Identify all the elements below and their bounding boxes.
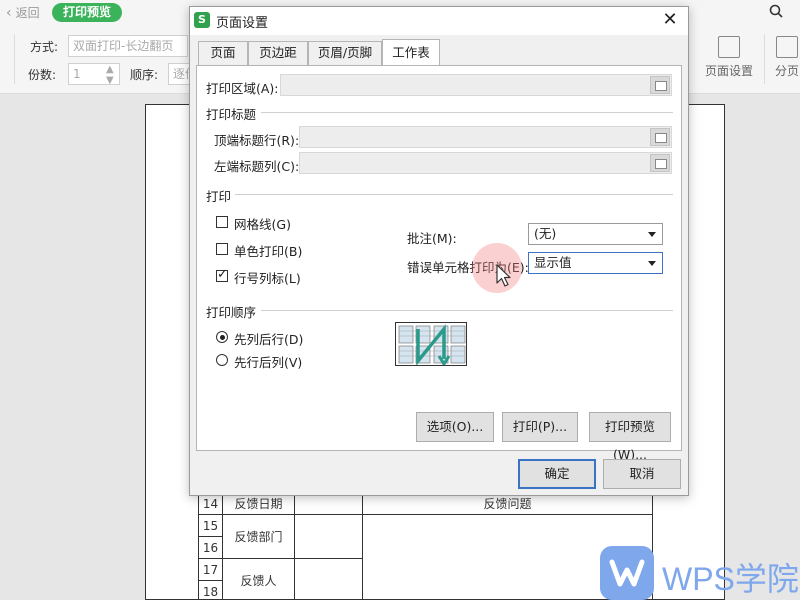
wps-app-icon: S bbox=[194, 12, 210, 28]
watermark-text: WPS学院 bbox=[662, 561, 799, 597]
over-then-down-radio[interactable] bbox=[216, 354, 228, 366]
search-button[interactable] bbox=[769, 3, 783, 18]
search-icon bbox=[769, 4, 783, 18]
cell-label: 反馈人 bbox=[222, 558, 295, 600]
comments-label: 批注(M): bbox=[407, 231, 457, 246]
print-titles-group-label: 打印标题 bbox=[206, 107, 257, 122]
tab-header-footer[interactable]: 页眉/页脚 bbox=[308, 41, 382, 65]
ribbon-separator bbox=[764, 34, 765, 84]
print-order-diagram-icon bbox=[395, 322, 467, 366]
row-number: 15 bbox=[198, 514, 223, 537]
row-number: 17 bbox=[198, 558, 223, 581]
top-rows-label: 顶端标题行(R): bbox=[214, 133, 300, 148]
close-icon[interactable]: ✕ bbox=[660, 9, 680, 30]
group-divider bbox=[261, 310, 673, 311]
order-select[interactable]: 逐份 bbox=[168, 63, 190, 85]
headings-checkbox[interactable] bbox=[216, 267, 228, 282]
cell-empty bbox=[294, 514, 363, 559]
tab-margins[interactable]: 页边距 bbox=[248, 41, 308, 65]
ribbon-separator bbox=[14, 34, 15, 84]
headings-label: 行号列标(L) bbox=[234, 271, 301, 286]
left-cols-input[interactable] bbox=[299, 152, 672, 174]
row-number: 16 bbox=[198, 536, 223, 559]
print-group-label: 打印 bbox=[206, 189, 232, 204]
spin-arrows-icon[interactable]: ▲ ▼ bbox=[106, 64, 114, 86]
mouse-cursor-icon bbox=[496, 264, 511, 287]
gridlines-label: 网格线(G) bbox=[234, 217, 291, 232]
print-area-label: 打印区域(A): bbox=[206, 81, 279, 96]
wps-logo-icon bbox=[600, 546, 654, 600]
table-row: 15 反馈部门 bbox=[198, 514, 653, 600]
order-group-label: 打印顺序 bbox=[206, 305, 257, 320]
group-divider bbox=[261, 112, 673, 113]
order-label: 顺序: bbox=[130, 68, 159, 82]
dialog-title: 页面设置 bbox=[216, 16, 269, 31]
copies-label: 份数: bbox=[28, 68, 57, 82]
mode-label: 方式: bbox=[30, 40, 59, 54]
page-setup-button[interactable]: 页面设置 bbox=[704, 36, 754, 79]
dropdown-arrow-icon bbox=[648, 261, 656, 266]
tab-sheet[interactable]: 工作表 bbox=[382, 39, 440, 65]
sheet-tab-panel: 打印区域(A): 打印标题 顶端标题行(R): 左端标题列(C): 打印 网格线… bbox=[196, 65, 682, 462]
chevron-left-icon: ‹ bbox=[6, 5, 12, 21]
over-then-down-label: 先行后列(V) bbox=[234, 355, 303, 370]
back-button[interactable]: ‹ 返回 bbox=[6, 4, 40, 22]
cell-empty bbox=[294, 558, 363, 600]
row-number: 18 bbox=[198, 580, 223, 600]
top-rows-input[interactable] bbox=[299, 126, 672, 148]
print-area-input[interactable] bbox=[280, 74, 672, 96]
print-button[interactable]: 打印(P)... bbox=[502, 412, 578, 442]
options-button[interactable]: 选项(O)... bbox=[416, 412, 494, 442]
mono-checkbox[interactable] bbox=[216, 243, 228, 255]
cell-label: 反馈部门 bbox=[222, 514, 295, 559]
split-view-button[interactable]: 分页 bbox=[772, 36, 800, 79]
dropdown-arrow-icon bbox=[648, 232, 656, 237]
range-picker-icon[interactable] bbox=[650, 128, 670, 146]
ok-button[interactable]: 确定 bbox=[518, 459, 596, 489]
sheet-preview: 14 反馈日期 反馈问题 15 反馈部门 16 17 反馈人 18 bbox=[198, 492, 653, 600]
errors-select[interactable]: 显示值 bbox=[528, 252, 663, 274]
comments-select[interactable]: (无) bbox=[528, 223, 663, 245]
print-preview-button[interactable]: 打印预览(W)... bbox=[589, 412, 671, 462]
mono-label: 单色打印(B) bbox=[234, 244, 303, 259]
range-picker-icon[interactable] bbox=[650, 76, 670, 94]
range-picker-icon[interactable] bbox=[650, 154, 670, 172]
down-then-over-label: 先列后行(D) bbox=[234, 332, 304, 347]
gridlines-checkbox[interactable] bbox=[216, 216, 228, 228]
group-divider bbox=[235, 194, 673, 195]
mode-select[interactable]: 双面打印-长边翻页 bbox=[68, 35, 188, 57]
page-setup-icon bbox=[718, 36, 740, 58]
cancel-button[interactable]: 取消 bbox=[603, 459, 681, 489]
down-then-over-radio[interactable] bbox=[216, 331, 228, 343]
page-setup-dialog: S 页面设置 ✕ 页面 页边距 页眉/页脚 工作表 打印区域(A): 打印标题 … bbox=[189, 6, 689, 496]
left-cols-label: 左端标题列(C): bbox=[214, 159, 300, 174]
split-view-icon bbox=[776, 36, 798, 58]
tab-page[interactable]: 页面 bbox=[198, 41, 248, 65]
print-preview-pill[interactable]: 打印预览 bbox=[52, 3, 123, 22]
dialog-titlebar: S 页面设置 ✕ bbox=[190, 7, 688, 35]
